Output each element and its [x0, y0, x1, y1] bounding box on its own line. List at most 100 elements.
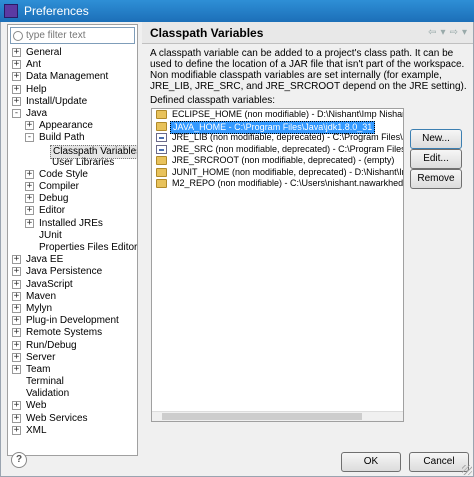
- new-variable-button[interactable]: New...: [410, 129, 462, 149]
- variable-row[interactable]: JRE_LIB (non modifiable, deprecated) - C…: [152, 132, 403, 144]
- help-icon[interactable]: ?: [11, 452, 27, 468]
- scrollbar-thumb[interactable]: [162, 413, 362, 420]
- variable-row[interactable]: JRE_SRC (non modifiable, deprecated) - C…: [152, 144, 403, 156]
- ok-button[interactable]: OK: [341, 452, 401, 472]
- preference-tree: + General + Ant + Data Management + Help + Instal…: [8, 47, 137, 455]
- tree-item[interactable]: + Ant: [8, 59, 137, 71]
- tree-item[interactable]: + Editor: [8, 205, 137, 217]
- folder-icon: [156, 121, 167, 131]
- tree-item[interactable]: Validation: [8, 388, 137, 400]
- tree-item-label: Remote Systems: [26, 327, 103, 339]
- tree-item-label: Appearance: [39, 120, 93, 132]
- tree-item[interactable]: + Java Persistence: [8, 266, 137, 278]
- expand-icon[interactable]: +: [12, 303, 21, 313]
- page-description: A classpath variable can be added to a p…: [150, 48, 467, 92]
- expand-icon[interactable]: +: [12, 340, 21, 350]
- expand-icon[interactable]: +: [25, 206, 34, 216]
- tree-item[interactable]: + Server: [8, 352, 137, 364]
- tree-item-label: Properties Files Editor: [39, 242, 137, 253]
- collapse-icon[interactable]: -: [12, 108, 21, 118]
- tree-item[interactable]: + Web Services: [8, 413, 137, 425]
- horizontal-scrollbar[interactable]: [152, 411, 403, 421]
- search-icon: [13, 30, 23, 41]
- expand-icon[interactable]: +: [25, 121, 34, 131]
- tree-item[interactable]: - Build Path: [8, 132, 137, 144]
- expand-icon[interactable]: +: [12, 60, 21, 70]
- variable-row[interactable]: M2_REPO (non modifiable) - C:\Users\nish…: [152, 178, 403, 190]
- expand-icon[interactable]: +: [12, 316, 21, 326]
- tree-item[interactable]: + Installed JREs: [8, 218, 137, 230]
- variable-text: JRE_SRC (non modifiable, deprecated) - C…: [172, 143, 403, 154]
- tree-item[interactable]: Properties Files Editor: [8, 242, 137, 254]
- expand-icon[interactable]: +: [25, 182, 34, 192]
- folder-icon: [156, 156, 167, 165]
- tree-item[interactable]: Terminal: [8, 376, 137, 388]
- expand-icon[interactable]: +: [25, 218, 34, 228]
- folder-icon: [156, 179, 167, 188]
- forward-menu-chevron-icon[interactable]: ▾: [462, 27, 467, 38]
- tree-item[interactable]: + JavaScript: [8, 279, 137, 291]
- variable-row[interactable]: JRE_SRCROOT (non modifiable, deprecated)…: [152, 155, 403, 167]
- tree-item-label: Run/Debug: [26, 339, 77, 351]
- expand-icon[interactable]: +: [12, 267, 21, 277]
- tree-item[interactable]: + Plug-in Development: [8, 315, 137, 327]
- tree-item[interactable]: + Team: [8, 364, 137, 376]
- tree-item-label: JavaScript: [26, 278, 73, 290]
- tree-item-label: Java: [26, 107, 48, 119]
- tree-item[interactable]: + Maven: [8, 291, 137, 303]
- tree-item[interactable]: + Debug: [8, 193, 137, 205]
- tree-item[interactable]: User Libraries: [8, 157, 137, 169]
- collapse-icon[interactable]: -: [25, 133, 34, 143]
- tree-item[interactable]: - Java: [8, 108, 137, 120]
- expand-icon[interactable]: +: [12, 72, 21, 82]
- tree-item[interactable]: JUnit: [8, 230, 137, 242]
- expand-icon[interactable]: +: [25, 169, 34, 179]
- edit-variable-button[interactable]: Edit...: [410, 149, 462, 169]
- tree-item[interactable]: + Remote Systems: [8, 327, 137, 339]
- variable-row[interactable]: JUNIT_HOME (non modifiable, deprecated) …: [152, 167, 403, 179]
- expand-icon[interactable]: +: [25, 194, 34, 204]
- tree-item-label: Debug: [39, 193, 69, 205]
- back-menu-chevron-icon[interactable]: ▾: [441, 27, 446, 38]
- tree-item[interactable]: + Mylyn: [8, 303, 137, 315]
- expand-icon[interactable]: +: [12, 279, 21, 289]
- tree-item[interactable]: + Data Management: [8, 71, 137, 83]
- expand-icon[interactable]: +: [12, 413, 21, 423]
- expand-icon[interactable]: +: [12, 291, 21, 301]
- tree-item[interactable]: + Compiler: [8, 181, 137, 193]
- expand-icon[interactable]: +: [12, 364, 21, 374]
- filter-box[interactable]: [10, 27, 135, 44]
- cancel-button[interactable]: Cancel: [409, 452, 469, 472]
- tree-item[interactable]: + Java EE: [8, 254, 137, 266]
- expand-icon[interactable]: +: [12, 401, 21, 411]
- tree-item[interactable]: + Help: [8, 84, 137, 96]
- forward-arrow-icon[interactable]: ⇨: [450, 27, 458, 38]
- expand-icon[interactable]: +: [12, 352, 21, 362]
- back-arrow-icon[interactable]: ⇦: [428, 27, 436, 38]
- tree-item[interactable]: + Web: [8, 400, 137, 412]
- filter-input[interactable]: [26, 30, 134, 41]
- tree-item[interactable]: + Code Style: [8, 169, 137, 181]
- resize-grip[interactable]: [462, 465, 472, 475]
- remove-variable-button[interactable]: Remove: [410, 169, 462, 189]
- tree-item[interactable]: Classpath Variables: [8, 144, 137, 159]
- tree-item-label: Team: [26, 363, 51, 375]
- tree-item[interactable]: + XML: [8, 425, 137, 437]
- expand-icon[interactable]: +: [12, 425, 21, 435]
- tree-item[interactable]: + Appearance: [8, 120, 137, 132]
- jar-file-icon: [156, 144, 167, 154]
- variable-text: ECLIPSE_HOME (non modifiable) - D:\Nisha…: [172, 109, 403, 119]
- expand-icon[interactable]: +: [12, 48, 21, 57]
- tree-item-label: Code Style: [39, 168, 88, 180]
- expand-icon[interactable]: +: [12, 255, 21, 265]
- expand-icon[interactable]: +: [12, 328, 21, 338]
- tree-item-label: Installed JREs: [39, 217, 103, 229]
- expand-icon[interactable]: +: [12, 84, 21, 94]
- tree-item[interactable]: + General: [8, 47, 137, 59]
- expand-icon[interactable]: +: [12, 96, 21, 106]
- variable-row[interactable]: JAVA_HOME - C:\Program Files\Java\jdk1.8…: [152, 120, 403, 134]
- variable-row[interactable]: ECLIPSE_HOME (non modifiable) - D:\Nisha…: [152, 109, 403, 121]
- classpath-variables-list[interactable]: ECLIPSE_HOME (non modifiable) - D:\Nisha…: [151, 108, 404, 422]
- tree-item[interactable]: + Install/Update: [8, 96, 137, 108]
- tree-item[interactable]: + Run/Debug: [8, 340, 137, 352]
